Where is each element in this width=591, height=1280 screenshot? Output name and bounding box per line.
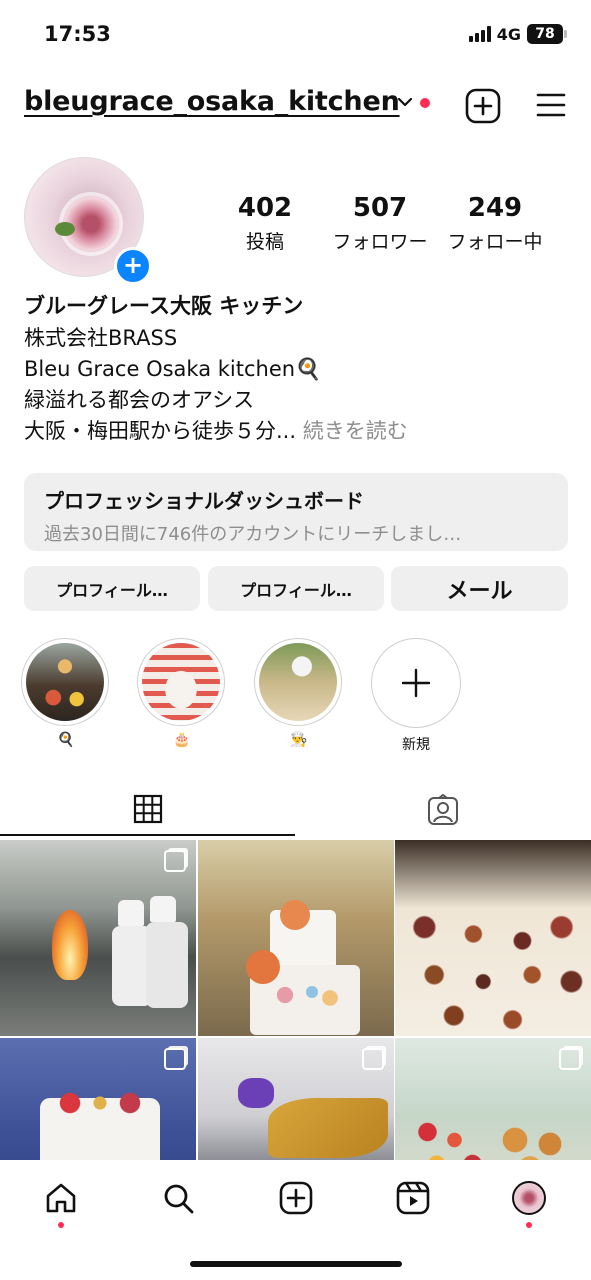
highlight-cover — [142, 643, 220, 721]
status-time: 17:53 — [44, 22, 111, 46]
bio-line-brand: Bleu Grace Osaka kitchen🍳 — [24, 357, 322, 381]
dashboard-subtitle: 過去30日間に746件のアカウントにリーチしまし… — [44, 524, 462, 545]
stat-followers[interactable]: 507 フォロワー — [320, 193, 440, 254]
grid-icon — [133, 794, 162, 824]
followers-label: フォロワー — [332, 231, 428, 253]
profile-avatar-small — [512, 1181, 546, 1215]
reels-icon — [396, 1181, 430, 1215]
add-story-icon[interactable]: + — [114, 247, 152, 285]
profile-display-name: ブルーグレース大阪 キッチン — [24, 294, 304, 318]
following-count: 249 — [467, 193, 523, 223]
following-label: フォロー中 — [447, 231, 543, 253]
home-indicator — [190, 1261, 402, 1267]
menu-icon[interactable] — [536, 92, 566, 118]
read-more-link[interactable]: 続きを読む — [303, 419, 408, 443]
followers-count: 507 — [352, 193, 408, 223]
post-thumbnail[interactable] — [395, 840, 591, 1036]
tagged-person-icon — [428, 794, 458, 825]
stat-following[interactable]: 249 フォロー中 — [442, 193, 548, 254]
network-label: 4G — [496, 24, 521, 44]
highlight-item[interactable]: 🍳 — [21, 638, 111, 752]
chevron-down-icon[interactable] — [397, 96, 413, 108]
edit-profile-button[interactable]: プロフィール… — [24, 566, 200, 611]
new-highlight-button[interactable]: 新規 — [371, 638, 461, 754]
new-highlight-label: 新規 — [402, 737, 430, 753]
bio-line-company: 株式会社BRASS — [24, 326, 178, 350]
tab-tagged[interactable] — [295, 784, 591, 836]
highlight-caption: 👨‍🍳 — [290, 732, 308, 748]
battery-level: 78 — [527, 24, 563, 44]
bio-access-text: 大阪・梅田駅から徒歩５分... — [24, 419, 297, 443]
highlight-item[interactable]: 👨‍🍳 — [254, 638, 344, 752]
nav-search[interactable] — [158, 1178, 198, 1218]
create-icon — [279, 1181, 313, 1215]
status-indicators: 4G 78 — [468, 24, 567, 44]
professional-dashboard[interactable]: プロフェッショナルダッシュボード 過去30日間に746件のアカウントにリーチしま… — [24, 473, 568, 551]
posts-label: 投稿 — [245, 231, 284, 253]
bio-line-tagline: 緑溢れる都会のオアシス — [24, 388, 255, 412]
mail-button[interactable]: メール — [391, 566, 568, 611]
post-thumbnail[interactable] — [198, 840, 394, 1036]
signal-icon — [468, 26, 491, 42]
home-icon — [46, 1183, 76, 1213]
highlight-cover — [26, 643, 104, 721]
highlight-caption: 🎂 — [173, 732, 191, 748]
nav-create[interactable] — [276, 1178, 316, 1218]
stat-posts[interactable]: 402 投稿 — [230, 193, 300, 254]
dashboard-title: プロフェッショナルダッシュボード — [44, 489, 364, 513]
create-post-icon[interactable] — [465, 88, 501, 124]
tab-posts-grid[interactable] — [0, 784, 295, 836]
bio-line-access: 大阪・梅田駅から徒歩５分... 続きを読む — [24, 416, 408, 447]
highlight-item[interactable]: 🎂 — [137, 638, 227, 752]
battery-icon: 78 — [527, 24, 567, 44]
share-profile-button[interactable]: プロフィール… — [208, 566, 384, 611]
notification-dot — [420, 98, 430, 108]
highlight-cover — [259, 643, 337, 721]
account-username[interactable]: bleugrace_osaka_kitchen — [24, 86, 400, 117]
search-icon — [164, 1184, 194, 1214]
post-thumbnail[interactable] — [0, 840, 196, 1036]
nav-profile[interactable] — [509, 1178, 549, 1218]
plus-icon — [401, 668, 431, 698]
nav-home[interactable] — [41, 1178, 81, 1218]
posts-count: 402 — [237, 193, 293, 223]
nav-reels[interactable] — [393, 1178, 433, 1218]
highlight-caption: 🍳 — [57, 732, 75, 748]
